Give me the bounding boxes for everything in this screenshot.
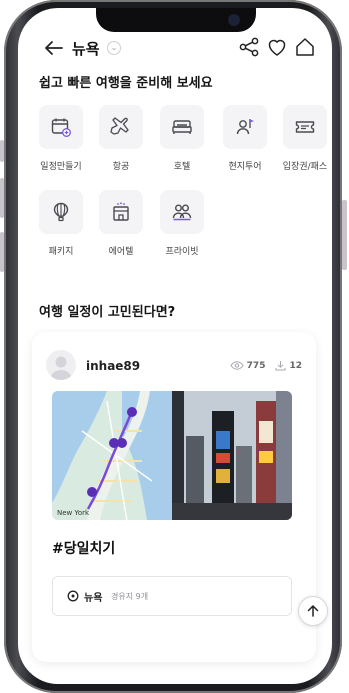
phone-side-button [0,140,4,162]
times-square-photo [172,391,292,520]
category-box[interactable] [160,190,204,234]
category-box[interactable] [39,105,83,149]
avatar[interactable] [46,350,76,380]
route-city: 뉴욕 [84,593,103,604]
app-screen: 뉴욕 ⌄ 쉽고 빠른 여행을 준비해 보세요 일정만들기 항공 호텔 현지투어 … [18,8,332,684]
username[interactable]: inhae89 [86,359,140,373]
chevron-down-icon[interactable]: ⌄ [107,41,121,55]
top-bar: 뉴욕 ⌄ [18,26,332,68]
card-media[interactable]: New York [52,391,292,520]
arrow-up-icon [307,605,319,617]
waypoint-count: 경유지 9개 [111,592,149,601]
default-avatar-icon [50,356,72,380]
hot-air-balloon-icon [53,202,69,222]
category-flight[interactable]: 항공 [98,105,144,172]
eye-icon [230,361,244,370]
private-group-icon [172,204,192,221]
map-city-label: New York [57,509,90,517]
calendar-plus-icon [51,118,71,137]
phone-volume-down-button [0,232,4,272]
front-camera [228,14,240,26]
back-arrow-icon[interactable] [44,40,64,56]
download-count: 12 [289,360,302,371]
heart-icon[interactable] [266,36,288,58]
category-package[interactable]: 패키지 [38,190,84,257]
phone-volume-up-button [0,178,4,218]
category-local-tour[interactable]: 현지투어 [222,105,268,172]
share-icon[interactable] [238,36,260,58]
category-ticket[interactable]: 입장권/패스 [282,105,328,172]
route-summary[interactable]: 뉴욕 경유지 9개 [52,576,292,616]
location-pin-icon [67,590,79,602]
category-airtel[interactable]: 에어텔 [98,190,144,257]
category-box[interactable] [39,190,83,234]
section-title-itinerary: 여행 일정이 고민된다면? [39,305,176,320]
category-private[interactable]: 프라이빗 [159,190,205,257]
phone-power-button [342,200,347,270]
category-box[interactable] [160,105,204,149]
category-box[interactable] [99,105,143,149]
scroll-to-top-button[interactable] [298,596,328,626]
category-itinerary[interactable]: 일정만들기 [38,105,84,172]
airplane-icon [110,117,129,135]
ticket-icon [295,121,315,133]
route-map-image[interactable]: New York [52,391,172,520]
category-label: 입장권/패스 [282,162,328,172]
section-title-prepare: 쉽고 빠른 여행을 준비해 보세요 [39,76,213,91]
home-icon[interactable] [294,36,316,58]
category-box[interactable] [283,105,327,149]
view-count: 775 [246,360,266,371]
itinerary-card[interactable]: inhae89 775 12 New York #당일치기 뉴욕 경유지 9개 [32,332,316,662]
itinerary-hashtag: #당일치기 [52,541,116,557]
city-photo[interactable] [172,391,292,520]
tour-guide-icon [236,119,254,135]
airtel-icon [113,202,129,221]
download-icon [275,361,286,371]
card-stats: 775 12 [230,360,302,371]
category-box[interactable] [99,190,143,234]
map-illustration: New York [52,391,172,520]
category-box[interactable] [223,105,267,149]
page-title[interactable]: 뉴욕 [72,38,100,59]
bed-icon [172,120,192,134]
category-hotel[interactable]: 호텔 [159,105,205,172]
category-label: 프라이빗 [165,247,199,257]
